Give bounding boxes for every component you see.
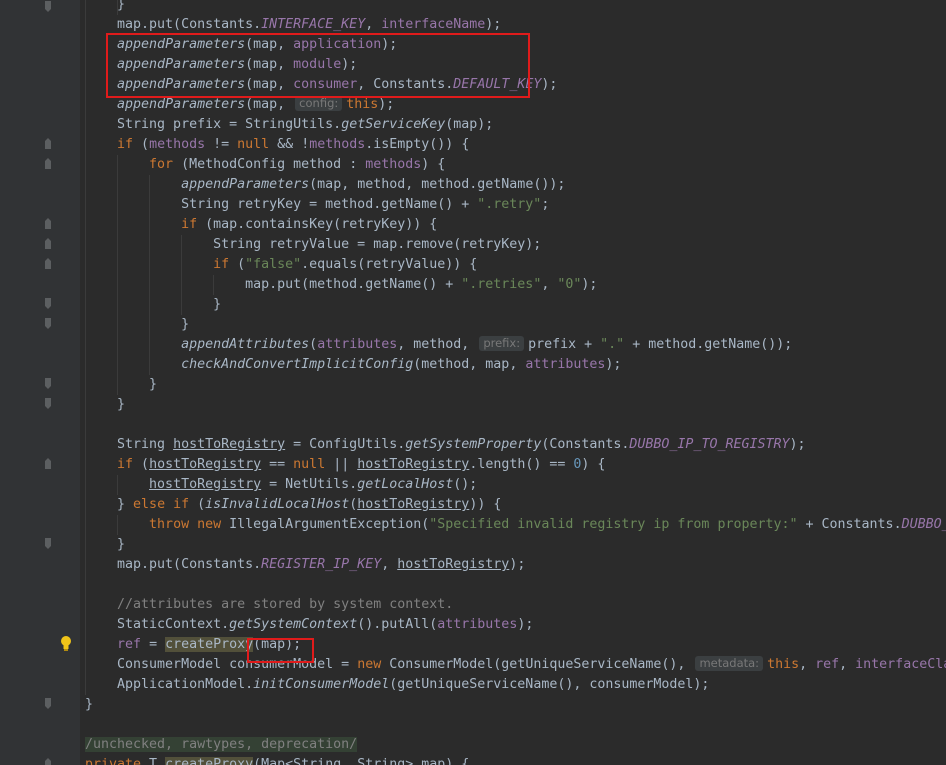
code-line: throw new IllegalArgumentException("Spec…	[85, 515, 946, 535]
lightbulb-icon[interactable]	[59, 635, 73, 651]
code-line: ApplicationModel.initConsumerModel(getUn…	[85, 675, 709, 695]
code-line: StaticContext.getSystemContext().putAll(…	[85, 615, 533, 635]
code-line: }	[85, 535, 125, 555]
fold-marker-icon[interactable]	[45, 698, 51, 709]
fold-marker-icon[interactable]	[45, 458, 51, 469]
code-line: if (methods != null && !methods.isEmpty(…	[85, 135, 469, 155]
code-line: map.put(method.getName() + ".retries", "…	[85, 275, 597, 295]
code-line: private T createProxy(Map<String, String…	[85, 755, 469, 765]
code-line: ConsumerModel consumerModel = new Consum…	[85, 655, 946, 675]
fold-marker-icon[interactable]	[45, 138, 51, 149]
parameter-hint: metadata:	[695, 656, 764, 671]
code-line: map.put(Constants.INTERFACE_KEY, interfa…	[85, 15, 501, 35]
parameter-hint: config:	[295, 96, 343, 111]
code-line: appendParameters(map, method, method.get…	[85, 175, 565, 195]
fold-marker-icon[interactable]	[45, 1, 51, 12]
code-line: appendParameters(map, application);	[85, 35, 397, 55]
code-line: checkAndConvertImplicitConfig(method, ma…	[85, 355, 621, 375]
fold-marker-icon[interactable]	[45, 398, 51, 409]
fold-marker-icon[interactable]	[45, 258, 51, 269]
fold-marker-icon[interactable]	[45, 378, 51, 389]
code-line: if (hostToRegistry == null || hostToRegi…	[85, 455, 605, 475]
code-line: String retryKey = method.getName() + ".r…	[85, 195, 549, 215]
code-line: }	[85, 375, 157, 395]
code-line: //attributes are stored by system contex…	[85, 595, 453, 615]
code-line: String retryValue = map.remove(retryKey)…	[85, 235, 541, 255]
code-line: ref = createProxy(map);	[85, 635, 301, 655]
code-editor[interactable]: } map.put(Constants.INTERFACE_KEY, inter…	[0, 0, 946, 765]
fold-marker-icon[interactable]	[45, 758, 51, 765]
code-line: appendAttributes(attributes, method, pre…	[85, 335, 792, 355]
fold-marker-icon[interactable]	[45, 158, 51, 169]
fold-marker-icon[interactable]	[45, 218, 51, 229]
fold-marker-icon[interactable]	[45, 298, 51, 309]
code-line: /unchecked, rawtypes, deprecation/	[85, 737, 358, 752]
code-line: for (MethodConfig method : methods) {	[85, 155, 445, 175]
code-line: map.put(Constants.REGISTER_IP_KEY, hostT…	[85, 555, 525, 575]
code-line: appendParameters(map, consumer, Constant…	[85, 75, 557, 95]
code-line: String prefix = StringUtils.getServiceKe…	[85, 115, 493, 135]
code-line: String hostToRegistry = ConfigUtils.getS…	[85, 435, 806, 455]
code-line: hostToRegistry = NetUtils.getLocalHost()…	[85, 475, 477, 495]
editor-gutter	[0, 0, 80, 765]
code-line: }	[85, 697, 94, 712]
code-line: }	[85, 295, 221, 315]
code-line: }	[85, 395, 125, 415]
code-line: if (map.containsKey(retryKey)) {	[85, 215, 437, 235]
code-line: appendParameters(map, config: this);	[85, 95, 394, 115]
code-line: } else if (isInvalidLocalHost(hostToRegi…	[85, 495, 501, 515]
fold-marker-icon[interactable]	[45, 538, 51, 549]
code-line: if ("false".equals(retryValue)) {	[85, 255, 477, 275]
code-line: }	[85, 0, 125, 15]
parameter-hint: prefix:	[479, 336, 525, 351]
code-line: appendParameters(map, module);	[85, 55, 357, 75]
fold-marker-icon[interactable]	[45, 238, 51, 249]
code-line: }	[85, 315, 189, 335]
fold-marker-icon[interactable]	[45, 318, 51, 329]
